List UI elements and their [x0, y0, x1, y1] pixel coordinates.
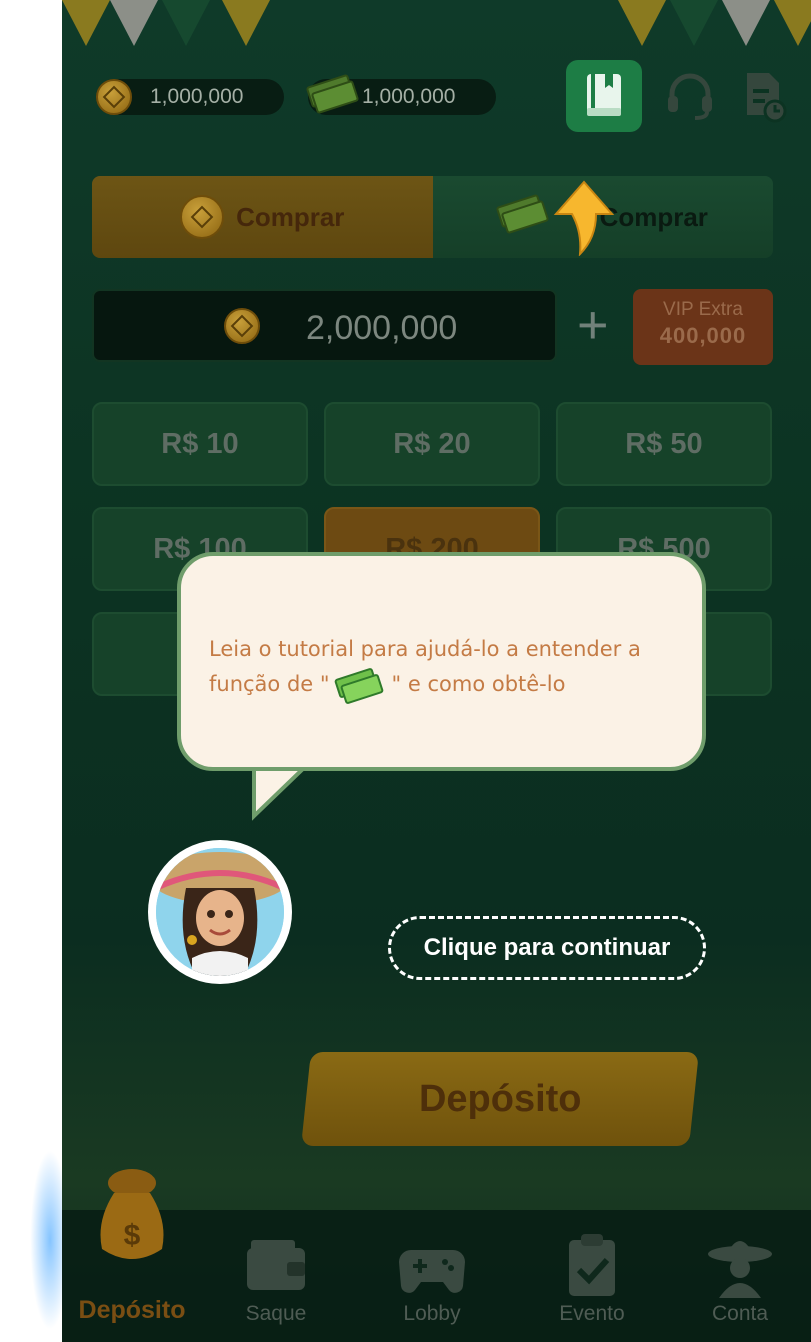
- nav-label: Depósito: [78, 1296, 186, 1324]
- cash-icon: [333, 667, 386, 705]
- vip-extra-badge: VIP Extra 400,000: [633, 289, 773, 365]
- coin-icon: [180, 195, 225, 239]
- nav-item-saque[interactable]: Saque: [206, 1210, 346, 1342]
- vip-extra-value: 400,000: [659, 323, 747, 348]
- bunting-flag: [110, 0, 158, 46]
- record-icon: [747, 73, 787, 123]
- nav-item-evento[interactable]: Evento: [522, 1210, 662, 1342]
- amount-option[interactable]: R$ 20: [324, 402, 540, 486]
- deposit-button-label: Depósito: [418, 1077, 582, 1120]
- bunting-flag: [670, 0, 718, 46]
- guide-avatar: [148, 840, 292, 984]
- tab-buy-coins[interactable]: Comprar: [92, 176, 433, 258]
- bubble-tail: [252, 764, 311, 821]
- tutorial-text-part2: " e como obtê-lo: [391, 672, 566, 696]
- coin-balance[interactable]: 1,000,000: [96, 79, 284, 115]
- bunting-flag: [618, 0, 666, 46]
- bottom-nav: $ Depósito Saque Lobby Evento Conta: [62, 1169, 811, 1342]
- amount-option[interactable]: R$ 10: [92, 402, 308, 486]
- pointer-arrow-icon: [553, 180, 615, 256]
- nav-item-conta[interactable]: Conta: [670, 1210, 810, 1342]
- clipboard-check-icon: [569, 1234, 615, 1296]
- money-bag-icon: $: [100, 1169, 164, 1259]
- bunting-flag: [722, 0, 770, 46]
- bunting-flag: [162, 0, 210, 46]
- vip-extra-label: VIP Extra: [663, 299, 743, 320]
- support-button[interactable]: [652, 60, 728, 132]
- cash-icon: [495, 193, 549, 235]
- book-icon: [587, 74, 621, 116]
- coin-icon: [96, 79, 132, 115]
- sombrero-user-icon: [708, 1241, 772, 1298]
- coin-icon: [224, 308, 260, 344]
- nav-item-lobby[interactable]: Lobby: [362, 1210, 502, 1342]
- nav-label: Saque: [245, 1302, 307, 1325]
- bunting-flag: [222, 0, 270, 46]
- nav-item-deposito[interactable]: $ Depósito: [62, 1169, 202, 1342]
- coin-balance-value: 1,000,000: [150, 85, 244, 108]
- svg-text:$: $: [124, 1219, 141, 1252]
- cash-balance[interactable]: 1,000,000: [305, 73, 496, 115]
- continue-button[interactable]: Clique para continuar: [388, 916, 706, 980]
- amount-display: 2,000,000: [92, 289, 557, 362]
- gamepad-icon: [399, 1250, 465, 1293]
- tutorial-text: Leia o tutorial para ajudá-lo a entender…: [209, 632, 679, 705]
- nav-label: Conta: [711, 1302, 769, 1325]
- tutorial-book-button[interactable]: [566, 60, 642, 132]
- nav-label: Lobby: [403, 1302, 461, 1325]
- cash-balance-value: 1,000,000: [362, 85, 456, 108]
- bunting-flag: [62, 0, 110, 46]
- deposit-button[interactable]: Depósito: [301, 1052, 699, 1146]
- buy-tabs: Comprar Comprar: [92, 176, 773, 258]
- amount-value: 2,000,000: [306, 309, 458, 347]
- nav-label: Evento: [559, 1302, 625, 1325]
- plus-icon: +: [577, 295, 609, 355]
- tab-buy-coins-label: Comprar: [236, 201, 345, 232]
- bunting-flag: [774, 0, 811, 46]
- cash-icon: [305, 73, 360, 115]
- wallet-icon: [247, 1240, 305, 1290]
- headset-icon: [668, 73, 712, 120]
- amount-option[interactable]: R$ 50: [556, 402, 772, 486]
- tutorial-bubble: Leia o tutorial para ajudá-lo a entender…: [177, 552, 706, 771]
- record-button[interactable]: [727, 60, 803, 132]
- guide-portrait: [156, 848, 284, 976]
